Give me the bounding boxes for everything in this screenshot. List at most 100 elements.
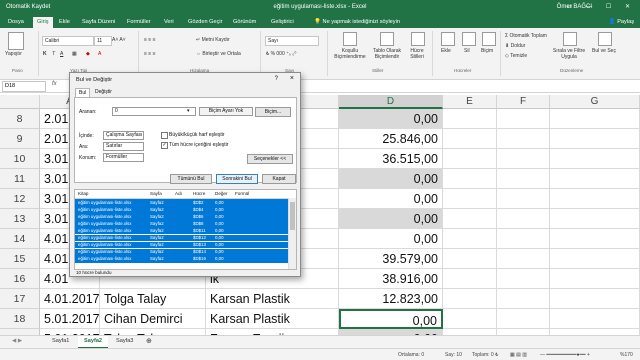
table-cell[interactable] <box>443 169 497 189</box>
find-all-button[interactable]: Tümünü Bul <box>170 174 212 184</box>
scrollbar-thumb[interactable] <box>290 202 295 230</box>
table-cell[interactable]: 12.823,00 <box>339 289 443 309</box>
format-as-table-label[interactable]: Tablo Olarak Biçimlendir <box>370 48 404 60</box>
select-all-corner[interactable] <box>0 95 40 109</box>
delete-cells-icon[interactable] <box>462 32 476 46</box>
column-header-f[interactable]: F <box>497 95 550 109</box>
format-as-table-icon[interactable] <box>380 32 394 46</box>
results-row[interactable]: eğitim uygulaması-liste.xlsx Sayfa2 $D$12 0… <box>75 234 288 242</box>
results-row[interactable]: eğitim uygulaması-liste.xlsx Sayfa2 $D$14 0… <box>75 248 288 256</box>
italic-icon[interactable]: T <box>52 51 55 57</box>
sheet-tab-sayfa1[interactable]: Sayfa1 <box>46 336 75 347</box>
tab-view[interactable]: Görünüm <box>229 17 260 28</box>
row-header[interactable]: 8 <box>0 109 40 129</box>
insert-cells-label[interactable]: Ekle <box>441 48 451 54</box>
table-cell[interactable]: 0,00 <box>339 229 443 249</box>
match-case-checkbox[interactable] <box>161 132 168 139</box>
tab-data[interactable]: Veri <box>160 17 178 28</box>
paste-label[interactable]: Yapıştır <box>5 51 22 57</box>
bold-icon[interactable]: K <box>43 51 47 57</box>
border-icon[interactable]: ▦ <box>72 51 77 57</box>
table-cell[interactable] <box>497 129 550 149</box>
results-row[interactable]: eğitim uygulaması-liste.xlsx Sayfa2 $D$11 0… <box>75 227 288 235</box>
format-cells-label[interactable]: Biçim <box>481 48 493 54</box>
clear-button[interactable]: ◇ Temizle <box>505 53 527 59</box>
tab-insert[interactable]: Ekle <box>55 17 74 28</box>
col-header-formula[interactable]: Formül <box>235 191 249 196</box>
table-cell[interactable] <box>443 189 497 209</box>
col-header-sheet[interactable]: Sayfa <box>150 191 162 196</box>
row-header[interactable]: 14 <box>0 229 40 249</box>
row-header[interactable]: 16 <box>0 269 40 289</box>
font-grow-icon[interactable]: A˄ A˅ <box>112 37 126 43</box>
table-cell[interactable] <box>443 149 497 169</box>
table-cell[interactable] <box>497 249 550 269</box>
align-top-icon[interactable]: ≡ ≡ ≡ <box>144 37 156 43</box>
column-header-d[interactable]: D <box>339 95 443 109</box>
table-cell[interactable]: 25.846,00 <box>339 129 443 149</box>
tab-find-dialog[interactable]: Bul <box>75 88 91 97</box>
table-cell[interactable] <box>497 289 550 309</box>
delete-cells-label[interactable]: Sil <box>464 48 470 54</box>
underline-icon[interactable]: A <box>60 51 63 57</box>
table-cell[interactable]: Karsan Plastik <box>206 289 339 309</box>
table-cell[interactable]: 4.01.2017 <box>40 289 100 309</box>
table-cell[interactable]: 39.579,00 <box>339 249 443 269</box>
table-cell[interactable]: Karsan Plastik <box>206 309 339 329</box>
col-header-name[interactable]: Adı <box>175 191 182 196</box>
table-cell[interactable] <box>497 309 550 329</box>
conditional-format-icon[interactable] <box>343 32 357 46</box>
tab-formulas[interactable]: Formüller <box>123 17 155 28</box>
format-button[interactable]: Biçim... <box>255 107 291 117</box>
table-cell[interactable] <box>497 169 550 189</box>
close-icon[interactable]: × <box>290 75 294 82</box>
fill-color-icon[interactable]: ◆ <box>86 51 90 57</box>
row-header[interactable]: 10 <box>0 149 40 169</box>
fill-button[interactable]: ⬇ Doldur <box>505 43 525 49</box>
table-cell[interactable]: 0,00 <box>339 189 443 209</box>
sheet-tab-sayfa3[interactable]: Sayfa3 <box>110 336 139 347</box>
merge-center-button[interactable]: ⇔ Birleştir ve Ortala <box>196 51 241 57</box>
table-cell[interactable] <box>497 189 550 209</box>
results-scrollbar[interactable] <box>288 198 296 269</box>
find-select-icon[interactable] <box>598 32 612 46</box>
table-cell[interactable] <box>443 249 497 269</box>
row-header[interactable]: 12 <box>0 189 40 209</box>
align-left-icon[interactable]: ≡ ≡ ≡ <box>144 51 156 57</box>
table-cell[interactable] <box>550 209 640 229</box>
conditional-format-label[interactable]: Koşullu Biçimlendirme <box>332 48 368 60</box>
match-entire-checkbox[interactable]: ✓ <box>161 142 168 149</box>
table-cell[interactable]: 0,00 <box>339 309 443 329</box>
table-cell[interactable] <box>443 129 497 149</box>
options-button[interactable]: Seçenekler << <box>247 154 293 164</box>
sheet-nav-arrows[interactable]: ◀ ▶ <box>6 336 28 347</box>
col-header-value[interactable]: Değer <box>215 191 228 196</box>
table-cell[interactable] <box>550 269 640 289</box>
table-cell[interactable]: Tolga Talay <box>100 289 206 309</box>
look-in-select[interactable]: Formüller <box>103 153 144 162</box>
results-row[interactable]: eğitim uygulaması-liste.xlsx Sayfa2 $D$8 0,… <box>75 220 288 228</box>
close-button[interactable]: Kapat <box>262 174 296 184</box>
row-header[interactable]: 9 <box>0 129 40 149</box>
table-cell[interactable]: 38.916,00 <box>339 269 443 289</box>
results-table[interactable]: Kitap Sayfa Adı Hücre Değer Formül eğiti… <box>74 189 297 270</box>
window-controls[interactable]: ▭ — ☐ ✕ <box>567 3 636 10</box>
sort-filter-label[interactable]: Sırala ve Filtre Uygula <box>552 48 586 60</box>
table-cell[interactable] <box>443 289 497 309</box>
table-cell[interactable]: Cihan Demirci <box>100 309 206 329</box>
font-color-icon[interactable]: A <box>98 51 101 57</box>
tab-review[interactable]: Gözden Geçir <box>184 17 227 28</box>
results-row[interactable]: eğitim uygulaması-liste.xlsx Sayfa2 $D$13 0… <box>75 241 288 249</box>
column-header-e[interactable]: E <box>443 95 497 109</box>
column-header-g[interactable]: G <box>550 95 640 109</box>
tab-file[interactable]: Dosya <box>4 17 28 28</box>
autosum-button[interactable]: Σ Otomatik Toplam <box>505 33 547 39</box>
help-button[interactable]: ? <box>275 76 278 82</box>
row-header[interactable]: 13 <box>0 209 40 229</box>
table-cell[interactable] <box>443 209 497 229</box>
name-box[interactable]: D18 <box>2 81 46 92</box>
row-header[interactable]: 18 <box>0 309 40 329</box>
table-cell[interactable]: 5.01.2017 <box>40 309 100 329</box>
view-buttons[interactable]: ▦ ▤ ▥ <box>510 352 527 358</box>
table-cell[interactable] <box>443 229 497 249</box>
